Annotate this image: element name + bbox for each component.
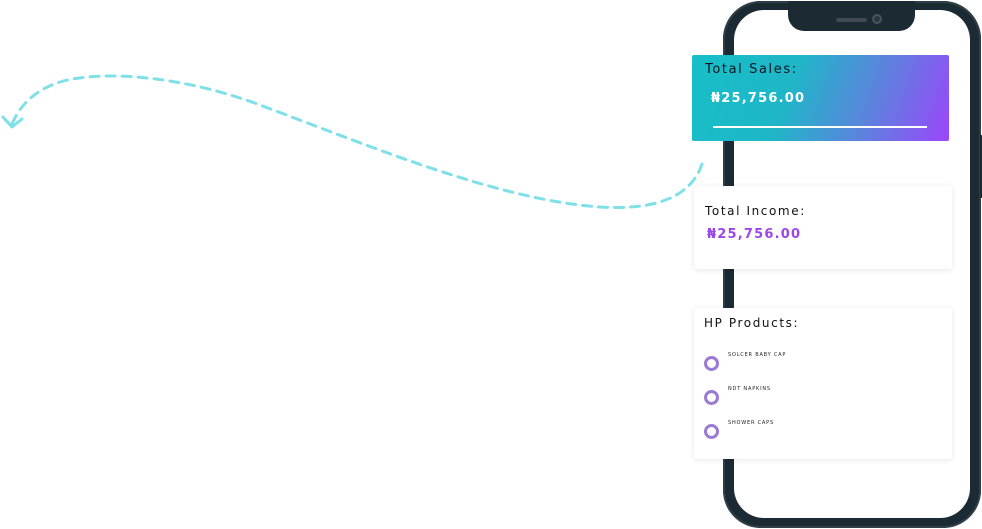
product-label: NDT NAPKINS: [728, 386, 771, 392]
total-sales-card: Total Sales: ₦25,756.00: [692, 55, 949, 141]
product-label: SOLCER BABY CAP: [728, 352, 787, 358]
product-item[interactable]: SHOWER CAPS: [704, 420, 934, 439]
total-income-card: Total Income: ₦25,756.00: [694, 186, 952, 269]
product-item[interactable]: SOLCER BABY CAP: [704, 352, 934, 371]
total-sales-value: ₦25,756.00: [711, 91, 806, 106]
phone-notch: [788, 1, 915, 31]
speaker-icon: [836, 18, 867, 22]
radio-circle-icon[interactable]: [704, 356, 719, 371]
total-sales-title: Total Sales:: [705, 62, 798, 77]
total-sales-divider: [713, 126, 927, 128]
product-label: SHOWER CAPS: [728, 420, 774, 426]
hp-products-card: HP Products: SOLCER BABY CAP NDT NAPKINS…: [694, 308, 952, 459]
product-item[interactable]: NDT NAPKINS: [704, 386, 934, 405]
dashed-curve-line: [10, 74, 704, 209]
camera-icon: [872, 14, 882, 24]
radio-circle-icon[interactable]: [704, 424, 719, 439]
hp-products-title: HP Products:: [704, 316, 800, 330]
total-income-title: Total Income:: [705, 204, 806, 218]
radio-circle-icon[interactable]: [704, 390, 719, 405]
total-income-value: ₦25,756.00: [707, 227, 802, 242]
